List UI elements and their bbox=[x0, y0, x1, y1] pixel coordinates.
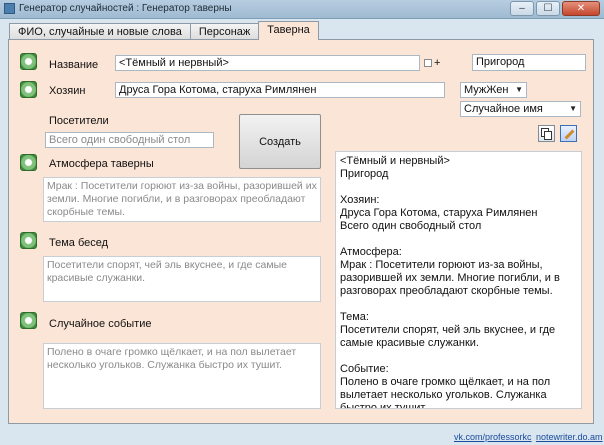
edit-icon[interactable] bbox=[560, 125, 577, 142]
tab-character[interactable]: Персонаж bbox=[189, 23, 260, 40]
event-label: Случайное событие bbox=[49, 318, 152, 330]
event-toggle-checkbox[interactable] bbox=[20, 312, 37, 329]
location-field[interactable]: Пригород bbox=[472, 54, 586, 71]
tab-tavern[interactable]: Таверна bbox=[258, 21, 319, 40]
vk-link[interactable]: vk.com/professorkc bbox=[454, 432, 532, 442]
name-plus-checkbox[interactable] bbox=[424, 59, 432, 67]
gender-select[interactable]: МужЖен ▼ bbox=[460, 82, 527, 98]
random-name-select[interactable]: Случайное имя ▼ bbox=[460, 101, 581, 117]
random-name-select-value: Случайное имя bbox=[464, 103, 543, 115]
atmosphere-label: Атмосфера таверны bbox=[49, 158, 154, 170]
window-controls: – ☐ ✕ bbox=[510, 1, 600, 16]
output-textarea[interactable]: <Тёмный и нервный> Пригород Хозяин: Друс… bbox=[335, 151, 582, 409]
tavern-panel: Название <Тёмный и нервный> + Пригород Х… bbox=[8, 39, 594, 424]
close-button[interactable]: ✕ bbox=[562, 1, 600, 16]
chevron-down-icon: ▼ bbox=[569, 104, 577, 113]
atmosphere-area[interactable]: Мрак : Посетители горюют из-за войны, ра… bbox=[43, 177, 321, 222]
site-link[interactable]: notewriter.do.am bbox=[536, 432, 603, 442]
visitors-label: Посетители bbox=[49, 115, 109, 127]
event-area[interactable]: Полено в очаге громко щёлкает, и на пол … bbox=[43, 343, 321, 409]
gender-select-value: МужЖен bbox=[464, 84, 509, 96]
copy-icon[interactable] bbox=[538, 125, 555, 142]
name-label: Название bbox=[49, 59, 99, 71]
visitors-field[interactable]: Всего один свободный стол bbox=[45, 132, 214, 148]
owner-field[interactable]: Друса Гора Котома, старуха Римлянен bbox=[115, 82, 445, 98]
owner-toggle-checkbox[interactable] bbox=[20, 81, 37, 98]
create-button[interactable]: Создать bbox=[239, 114, 321, 169]
tab-strip: ФИО, случайные и новые слова Персонаж Та… bbox=[9, 21, 319, 40]
owner-label: Хозяин bbox=[49, 85, 86, 97]
atmosphere-toggle-checkbox[interactable] bbox=[20, 154, 37, 171]
talk-label: Тема бесед bbox=[49, 237, 109, 249]
app-icon bbox=[4, 3, 15, 14]
name-field[interactable]: <Тёмный и нервный> bbox=[115, 55, 420, 71]
tab-names[interactable]: ФИО, случайные и новые слова bbox=[9, 23, 191, 40]
maximize-button[interactable]: ☐ bbox=[536, 1, 560, 16]
name-toggle-checkbox[interactable] bbox=[20, 53, 37, 70]
chevron-down-icon: ▼ bbox=[515, 85, 523, 94]
talk-toggle-checkbox[interactable] bbox=[20, 232, 37, 249]
talk-area[interactable]: Посетители спорят, чей эль вкуснее, и гд… bbox=[43, 256, 321, 302]
window-title: Генератор случайностей : Генератор тавер… bbox=[19, 3, 232, 14]
app-window: Генератор случайностей : Генератор тавер… bbox=[0, 0, 604, 445]
name-plus-label: + bbox=[434, 57, 441, 69]
title-bar[interactable]: Генератор случайностей : Генератор тавер… bbox=[0, 0, 604, 19]
minimize-button[interactable]: – bbox=[510, 1, 534, 16]
